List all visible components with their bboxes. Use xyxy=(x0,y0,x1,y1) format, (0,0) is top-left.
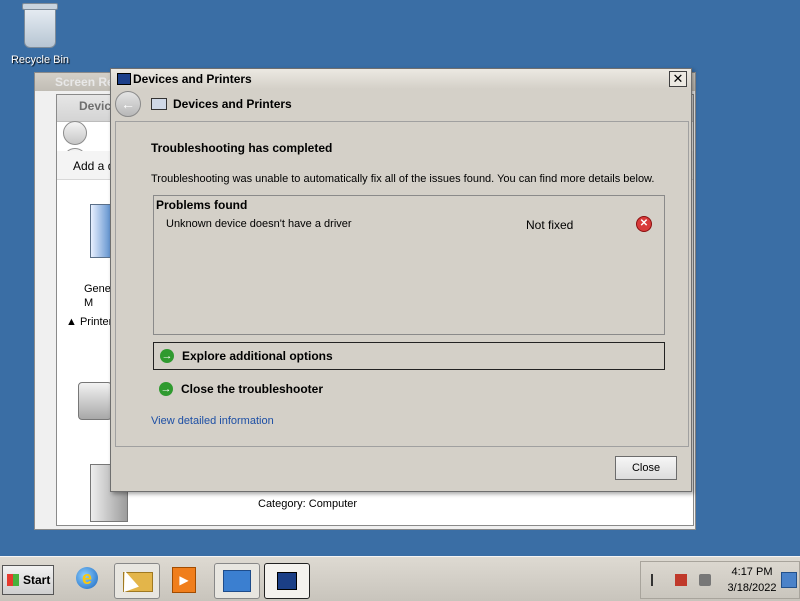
ie-logo-icon: e xyxy=(76,567,98,589)
recycle-bin-icon[interactable]: Recycle Bin xyxy=(8,3,72,66)
devices-printers-icon xyxy=(117,73,131,85)
dialog-titlebar: Devices and Printers ✕ xyxy=(111,69,691,89)
media-player-icon[interactable]: ▶ xyxy=(166,563,200,595)
green-arrow-icon: → xyxy=(160,349,174,363)
category-text: Category: Computer xyxy=(258,498,358,510)
recycle-bin-label: Recycle Bin xyxy=(10,54,70,66)
back-icon[interactable] xyxy=(63,121,87,145)
green-arrow-icon: → xyxy=(159,382,173,396)
page-title: Troubleshooting has completed xyxy=(151,141,333,155)
action-center-flag-icon[interactable] xyxy=(651,574,665,586)
show-desktop-icon[interactable] xyxy=(781,572,797,588)
nav-buttons xyxy=(63,121,113,172)
windows-logo-icon xyxy=(7,574,19,586)
close-troubleshooter-button[interactable]: → Close the troubleshooter xyxy=(153,376,663,402)
clock-date[interactable]: 3/18/2022 xyxy=(721,582,783,594)
play-icon: ▶ xyxy=(172,567,196,593)
troubleshooter-dialog: Devices and Printers ✕ ← Devices and Pri… xyxy=(110,68,692,492)
problem-status: Not fixed xyxy=(526,218,574,232)
network-error-icon[interactable] xyxy=(675,574,687,586)
volume-muted-icon[interactable] xyxy=(699,574,711,586)
back-arrow-icon[interactable]: ← xyxy=(115,91,141,117)
dialog-title: Devices and Printers xyxy=(133,72,252,86)
trash-icon xyxy=(22,3,58,48)
description-text: Troubleshooting was unable to automatica… xyxy=(151,173,655,185)
start-button[interactable]: Start xyxy=(2,565,54,595)
start-label: Start xyxy=(23,573,51,587)
dialog-header: Devices and Printers xyxy=(173,97,292,111)
explore-options-button[interactable]: → Explore additional options xyxy=(153,342,665,370)
devices-window-title: Devic xyxy=(79,99,112,113)
close-button[interactable]: Close xyxy=(615,456,677,480)
close-icon[interactable]: ✕ xyxy=(669,71,687,87)
internet-explorer-icon[interactable]: e xyxy=(70,563,104,595)
devices-icon xyxy=(277,572,297,590)
clock-time[interactable]: 4:17 PM xyxy=(721,566,783,578)
problems-found-box: Problems found Unknown device doesn't ha… xyxy=(153,195,665,335)
problem-item-text[interactable]: Unknown device doesn't have a driver xyxy=(166,218,352,230)
error-icon: ✕ xyxy=(636,216,652,232)
printer-icon xyxy=(78,382,112,420)
system-tray: 4:17 PM 3/18/2022 xyxy=(640,561,800,599)
devices-header-icon xyxy=(151,98,167,110)
server-icon xyxy=(223,570,251,592)
server-manager-icon[interactable] xyxy=(214,563,260,599)
devices-taskbar-icon[interactable] xyxy=(264,563,310,599)
explore-options-label: Explore additional options xyxy=(182,349,333,363)
problems-found-title: Problems found xyxy=(156,198,248,212)
view-details-link[interactable]: View detailed information xyxy=(151,415,274,427)
close-troubleshooter-label: Close the troubleshooter xyxy=(181,382,324,396)
